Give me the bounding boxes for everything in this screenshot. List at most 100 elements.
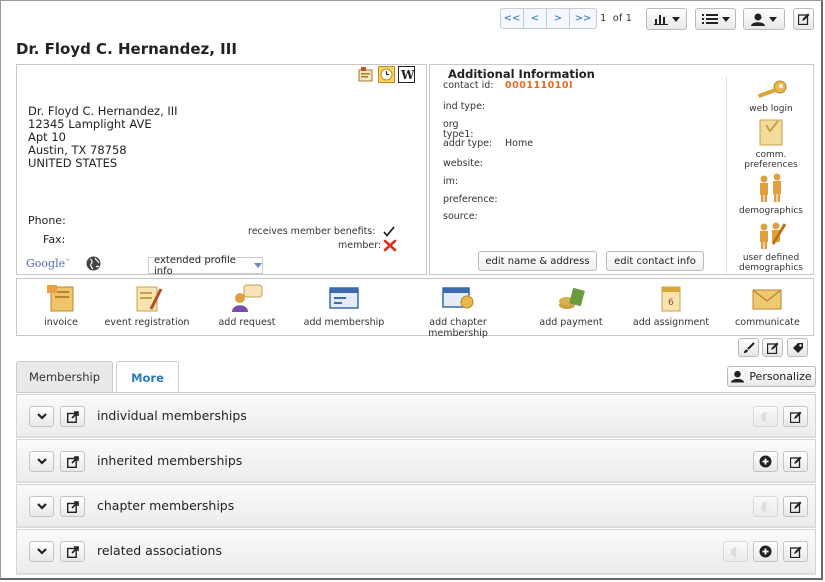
add-chapter-membership-label: add chapter membership [428,317,488,339]
notepad-icon [759,119,783,146]
section-title: related associations [97,543,222,558]
postal-address: Dr. Floyd C. Hernandez, III 12345 Lampli… [28,105,178,170]
chevron-down-icon [671,16,680,22]
user-menu-button[interactable] [743,8,785,30]
phone-label: Phone: [28,214,66,227]
toggle-button[interactable] [723,541,748,562]
tag-icon [792,342,803,353]
section-chapter-memberships: chapter memberships [16,484,816,528]
extended-profile-label: extended profile info [154,254,236,277]
toggle-button[interactable] [753,406,778,427]
page-count: 1 of 1 [600,13,632,24]
next-page-button[interactable]: > [547,9,570,28]
vcard-icon[interactable] [358,67,374,83]
x-mark-icon [383,239,397,252]
user-icon [751,13,765,26]
edit-section-button[interactable] [783,451,808,472]
edit-contact-info-button[interactable]: edit contact info [606,251,704,271]
request-icon [232,284,263,312]
invoice-action[interactable]: invoice [39,283,83,328]
tag-button[interactable] [787,338,808,357]
toggle-button[interactable] [753,496,778,517]
collapse-button[interactable] [29,451,54,472]
list-menu-button[interactable] [695,8,736,30]
open-external-button[interactable] [60,541,85,562]
edit-section-button[interactable] [783,541,808,562]
tab-membership[interactable]: Membership [16,361,113,392]
addr-type-label: addr type: [443,138,493,149]
document-w-icon[interactable]: W [398,66,415,83]
contact-id-label: contact id: [443,80,494,91]
open-external-button[interactable] [60,406,85,427]
edit-section-button[interactable] [783,496,808,517]
prev-page-button[interactable]: < [524,9,547,28]
event-registration-label: event registration [104,317,190,328]
demographics-link[interactable]: demographics [730,173,812,216]
edit-name-address-button[interactable]: edit name & address [478,251,597,271]
add-membership-action[interactable]: add membership [303,283,385,328]
edit-layout-button[interactable] [762,338,783,357]
page-total: 1 [625,13,632,24]
fax-label: Fax: [43,233,66,246]
svg-text:6: 6 [668,298,674,308]
brush-button[interactable] [738,338,759,357]
tab-more[interactable]: More [116,361,179,393]
additional-info-panel: Additional Information contact id: 00011… [429,64,814,275]
divider [726,77,727,273]
user-defined-demographics-link[interactable]: user defined demographics [730,220,812,273]
half-circle-icon [760,501,771,512]
add-request-action[interactable]: add request [216,283,278,328]
pager: << < > >> [500,8,597,29]
add-chapter-membership-action[interactable]: add chapter membership [398,283,518,339]
globe-icon[interactable] [86,256,101,271]
chart-menu-button[interactable] [646,8,687,30]
page-title: Dr. Floyd C. Hernandez, III [16,40,237,58]
add-button[interactable] [753,541,778,562]
user-defined-label: user defined demographics [738,253,803,273]
web-login-link[interactable]: web login [730,79,812,114]
last-page-button[interactable]: >> [570,9,596,28]
first-page-button[interactable]: << [501,9,524,28]
event-registration-action[interactable]: event registration [103,283,191,328]
add-payment-action[interactable]: add payment [538,283,604,328]
collapse-button[interactable] [29,541,54,562]
org-type-label: org type1: [443,119,474,140]
add-membership-label: add membership [303,317,385,328]
user-icon [731,370,745,383]
website-label: website: [443,158,484,169]
chevron-down-icon [36,548,47,555]
section-title: individual memberships [97,408,247,423]
section-inherited-memberships: inherited memberships [16,439,816,483]
add-button[interactable] [753,451,778,472]
edit-record-button[interactable] [793,8,814,30]
open-external-button[interactable] [60,496,85,517]
external-link-icon [66,410,79,423]
ind-type-label: ind type: [443,101,486,112]
edit-section-button[interactable] [783,406,808,427]
comm-preferences-link[interactable]: comm. preferences [730,117,812,170]
google-maps-link[interactable]: Google™ [26,257,70,270]
external-link-icon [66,455,79,468]
open-external-button[interactable] [60,451,85,472]
collapse-button[interactable] [29,496,54,517]
edit-icon [789,411,801,423]
action-bar: invoice event registration add request a… [16,278,814,339]
plus-circle-icon [759,545,772,558]
edit-icon [789,456,801,468]
svg-text:W: W [400,68,415,82]
half-circle-icon [760,411,771,422]
preference-label: preference: [443,194,498,205]
chevron-down-icon [769,16,777,22]
membership-card-icon [329,287,359,309]
clock-icon[interactable] [378,66,395,83]
additional-info-title: Additional Information [448,67,595,81]
add-assignment-action[interactable]: 6 add assignment [632,283,710,328]
collapse-button[interactable] [29,406,54,427]
extended-profile-dropdown[interactable]: extended profile info [148,254,263,277]
im-label: im: [443,176,459,187]
add-assignment-label: add assignment [632,317,710,328]
communicate-action[interactable]: communicate [735,283,800,328]
personalize-button[interactable]: Personalize [727,366,816,387]
address-country: UNITED STATES [28,156,118,170]
section-title: chapter memberships [97,498,235,513]
